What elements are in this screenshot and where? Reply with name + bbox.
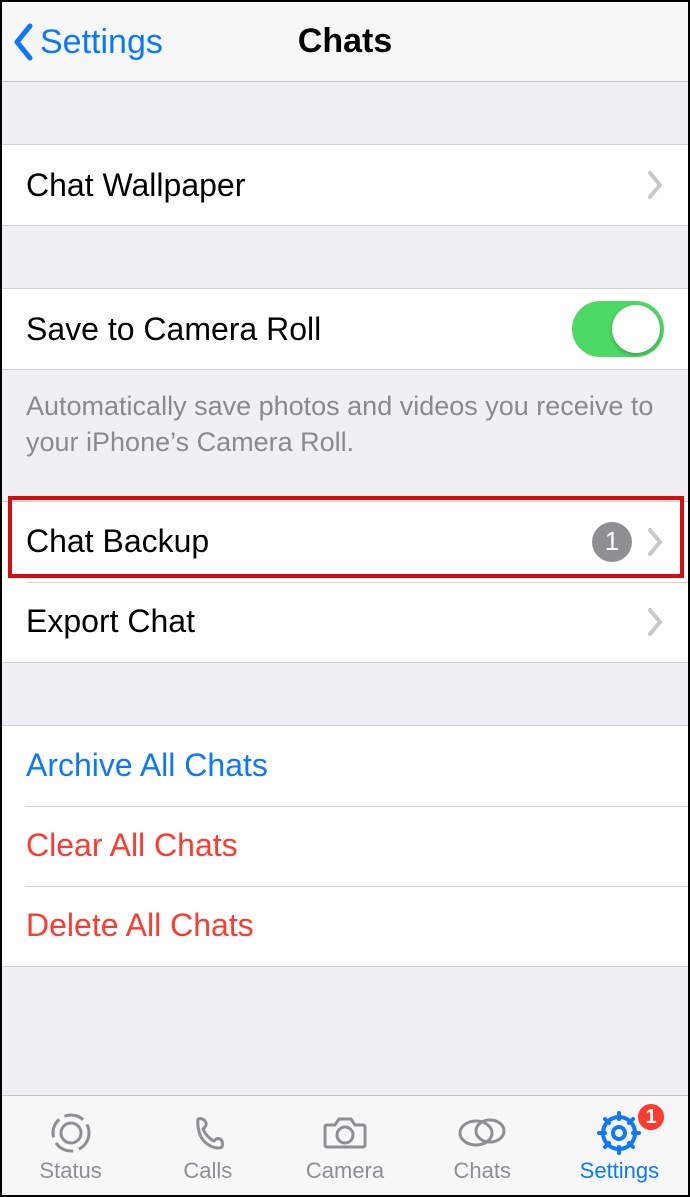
- tab-calls[interactable]: Calls: [139, 1096, 276, 1195]
- row-label: Export Chat: [26, 603, 646, 640]
- tab-status[interactable]: Status: [2, 1096, 139, 1195]
- section-spacer: [2, 461, 688, 501]
- row-export-chat[interactable]: Export Chat: [2, 582, 688, 662]
- screen: Settings Chats Chat Wallpaper Save to Ca…: [0, 0, 690, 1197]
- group-backup-export: Chat Backup 1 Export Chat: [2, 501, 688, 663]
- tab-label: Chats: [453, 1158, 510, 1184]
- row-label: Delete All Chats: [26, 907, 664, 944]
- page-title: Chats: [298, 22, 392, 61]
- tab-chats[interactable]: Chats: [414, 1096, 551, 1195]
- count-badge: 1: [592, 522, 632, 562]
- row-chat-backup[interactable]: Chat Backup 1: [2, 502, 688, 582]
- notification-badge: 1: [636, 1102, 666, 1132]
- row-label: Save to Camera Roll: [26, 311, 572, 348]
- back-button[interactable]: Settings: [12, 2, 163, 82]
- row-delete-all[interactable]: Delete All Chats: [2, 886, 688, 966]
- tab-label: Status: [39, 1158, 101, 1184]
- section-spacer: [2, 226, 688, 288]
- row-label: Chat Backup: [26, 523, 592, 560]
- navbar: Settings Chats: [2, 2, 688, 82]
- group-wallpaper: Chat Wallpaper: [2, 144, 688, 226]
- toggle-knob: [612, 305, 660, 353]
- tabbar: Status Calls Camera Chats: [2, 1095, 688, 1195]
- chevron-right-icon: [646, 527, 664, 557]
- tab-settings[interactable]: Settings 1: [551, 1096, 688, 1195]
- tab-camera[interactable]: Camera: [276, 1096, 413, 1195]
- row-label: Chat Wallpaper: [26, 167, 646, 204]
- row-archive-all[interactable]: Archive All Chats: [2, 726, 688, 806]
- back-label: Settings: [40, 23, 163, 62]
- section-spacer: [2, 663, 688, 725]
- phone-icon: [186, 1108, 230, 1158]
- tab-label: Camera: [306, 1158, 384, 1184]
- tab-label: Calls: [183, 1158, 232, 1184]
- help-text-save-camera: Automatically save photos and videos you…: [2, 370, 688, 461]
- toggle-save-camera-roll[interactable]: [572, 301, 664, 357]
- row-label: Clear All Chats: [26, 827, 664, 864]
- chevron-right-icon: [646, 170, 664, 200]
- status-icon: [49, 1108, 93, 1158]
- tab-label: Settings: [580, 1158, 660, 1184]
- chevron-right-icon: [646, 607, 664, 637]
- row-chat-wallpaper[interactable]: Chat Wallpaper: [2, 145, 688, 225]
- group-save-camera: Save to Camera Roll: [2, 288, 688, 370]
- row-clear-all[interactable]: Clear All Chats: [2, 806, 688, 886]
- camera-icon: [321, 1108, 369, 1158]
- chevron-left-icon: [12, 23, 34, 61]
- group-actions: Archive All Chats Clear All Chats Delete…: [2, 725, 688, 967]
- section-spacer: [2, 82, 688, 144]
- row-save-camera-roll[interactable]: Save to Camera Roll: [2, 289, 688, 369]
- chats-icon: [456, 1108, 508, 1158]
- row-label: Archive All Chats: [26, 747, 664, 784]
